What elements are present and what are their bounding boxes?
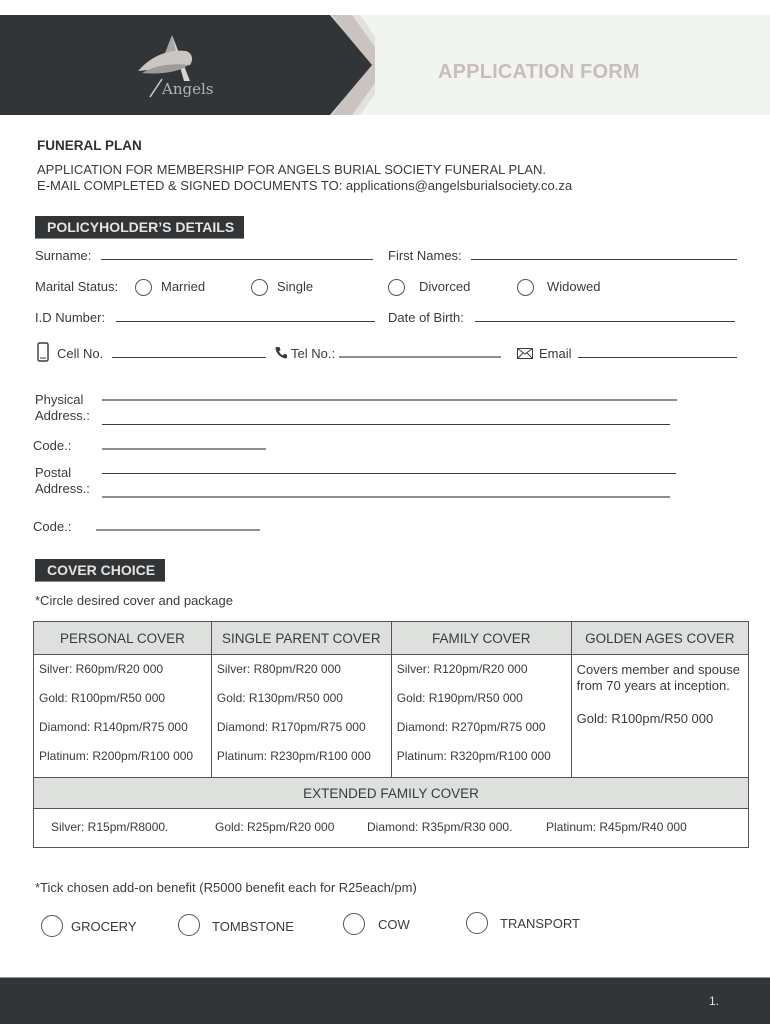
first-names-label: First Names: <box>388 248 462 263</box>
intro-line-2: E-MAIL COMPLETED & SIGNED DOCUMENTS TO: … <box>37 178 573 193</box>
dob-label: Date of Birth: <box>388 310 464 325</box>
marital-married-label: Married <box>161 279 206 294</box>
policyholder-section-title: POLICYHOLDER’S DETAILS <box>35 216 245 239</box>
postal-address-field-2[interactable] <box>102 496 670 498</box>
cover-option[interactable]: Platinum: R230pm/R100 000 <box>217 748 386 777</box>
cell-label: Cell No. <box>57 346 104 361</box>
tel-field[interactable] <box>339 356 501 358</box>
cover-option[interactable]: Diamond: R270pm/R75 000 <box>397 719 566 748</box>
addon-instruction: *Tick chosen add-on benefit (R5000 benef… <box>35 880 417 895</box>
family-cover-header: FAMILY COVER <box>390 621 572 655</box>
cover-option[interactable]: Silver: R80pm/R20 000 <box>217 661 386 690</box>
extended-family-cover-options: Silver: R15pm/R8000. Gold: R25pm/R20 000… <box>33 808 749 848</box>
postal-address-field-1[interactable] <box>102 473 676 474</box>
single-parent-cover-header: SINGLE PARENT COVER <box>210 621 392 655</box>
physical-code-label: Code.: <box>33 438 72 453</box>
surname-label: Surname: <box>35 248 92 263</box>
addon-grocery-checkbox[interactable] <box>41 915 63 937</box>
cover-option[interactable]: Gold: R100pm/R50 000 <box>577 710 743 727</box>
cover-option[interactable]: Silver: R60pm/R20 000 <box>39 661 206 690</box>
envelope-icon <box>517 348 533 359</box>
dob-field[interactable] <box>475 321 735 322</box>
cover-option[interactable]: Platinum: R200pm/R100 000 <box>39 748 206 777</box>
cover-table-header-row: PERSONAL COVER SINGLE PARENT COVER FAMIL… <box>33 621 750 655</box>
addon-transport-checkbox[interactable] <box>466 912 488 934</box>
physical-address-label-1: Physical <box>35 392 84 407</box>
physical-address-field-1[interactable] <box>102 399 677 401</box>
cover-table-options-row: Silver: R60pm/R20 000 Gold: R100pm/R50 0… <box>33 654 750 778</box>
cover-choice-section-title: COVER CHOICE <box>35 559 166 582</box>
addon-tombstone-label: TOMBSTONE <box>212 919 294 934</box>
extended-family-cover-header: EXTENDED FAMILY COVER <box>33 777 749 809</box>
logo-text: Angels <box>162 80 214 98</box>
cover-option[interactable]: Gold: R100pm/R50 000 <box>39 690 206 719</box>
extended-option[interactable]: Gold: R25pm/R20 000 <box>215 820 334 834</box>
postal-address-label-1: Postal <box>35 465 72 480</box>
email-field[interactable] <box>578 357 737 358</box>
marital-widowed-radio[interactable] <box>517 279 534 296</box>
marital-divorced-label: Divorced <box>419 279 471 294</box>
marital-married-radio[interactable] <box>135 279 152 296</box>
cover-option[interactable]: Silver: R120pm/R20 000 <box>397 661 566 690</box>
marital-widowed-label: Widowed <box>547 279 601 294</box>
marital-divorced-radio[interactable] <box>388 279 405 296</box>
page-number: 1. <box>709 994 720 1008</box>
golden-ages-cover-header: GOLDEN AGES COVER <box>570 621 750 655</box>
page-footer: 1. <box>0 977 770 1024</box>
postal-code-field[interactable] <box>96 529 260 531</box>
extended-option[interactable]: Diamond: R35pm/R30 000. <box>367 820 512 834</box>
first-names-field[interactable] <box>471 259 737 260</box>
cover-table: PERSONAL COVER SINGLE PARENT COVER FAMIL… <box>33 621 750 778</box>
postal-address-label-2: Address.: <box>35 481 90 496</box>
golden-ages-description: Covers member and spouse from 70 years a… <box>576 662 740 693</box>
marital-single-radio[interactable] <box>251 279 268 296</box>
cell-field[interactable] <box>112 357 266 358</box>
cover-instruction: *Circle desired cover and package <box>35 593 233 608</box>
extended-option[interactable]: Platinum: R45pm/R40 000 <box>546 820 687 834</box>
form-title: APPLICATION FORM <box>438 61 640 83</box>
surname-field[interactable] <box>101 259 373 260</box>
cover-option[interactable]: Diamond: R170pm/R75 000 <box>217 719 386 748</box>
header-banner: APPLICATION FORM <box>0 15 770 115</box>
addon-tombstone-checkbox[interactable] <box>178 914 200 936</box>
addon-transport-label: TRANSPORT <box>500 916 580 931</box>
extended-option[interactable]: Silver: R15pm/R8000. <box>51 820 168 834</box>
physical-code-field[interactable] <box>102 448 266 450</box>
marital-single-label: Single <box>277 279 314 294</box>
cover-option[interactable]: Gold: R130pm/R50 000 <box>217 690 386 719</box>
marital-status-label: Marital Status: <box>35 279 119 294</box>
id-number-label: I.D Number: <box>35 310 106 325</box>
addon-grocery-label: GROCERY <box>71 919 137 934</box>
cover-option[interactable]: Gold: R190pm/R50 000 <box>397 690 566 719</box>
physical-address-label-2: Address.: <box>35 408 90 423</box>
physical-address-field-2[interactable] <box>102 424 670 425</box>
personal-cover-header: PERSONAL COVER <box>33 621 212 655</box>
id-number-field[interactable] <box>116 321 375 322</box>
personal-cover-options: Silver: R60pm/R20 000 Gold: R100pm/R50 0… <box>33 654 212 778</box>
telephone-icon <box>275 347 287 359</box>
tel-label: Tel No.: <box>291 346 336 361</box>
mobile-phone-icon <box>37 342 49 362</box>
plan-heading: FUNERAL PLAN <box>37 138 142 153</box>
addon-cow-label: COW <box>378 917 410 932</box>
postal-code-label: Code.: <box>33 519 72 534</box>
cover-option[interactable]: Platinum: R320pm/R100 000 <box>397 748 566 777</box>
email-label: Email <box>539 346 572 361</box>
cover-option[interactable]: Diamond: R140pm/R75 000 <box>39 719 206 748</box>
family-cover-options: Silver: R120pm/R20 000 Gold: R190pm/R50 … <box>390 654 572 778</box>
addon-cow-checkbox[interactable] <box>343 913 365 935</box>
golden-ages-cover-options: Covers member and spouse from 70 years a… <box>570 654 750 778</box>
single-parent-cover-options: Silver: R80pm/R20 000 Gold: R130pm/R50 0… <box>210 654 392 778</box>
intro-line-1: APPLICATION FOR MEMBERSHIP FOR ANGELS BU… <box>37 162 547 177</box>
